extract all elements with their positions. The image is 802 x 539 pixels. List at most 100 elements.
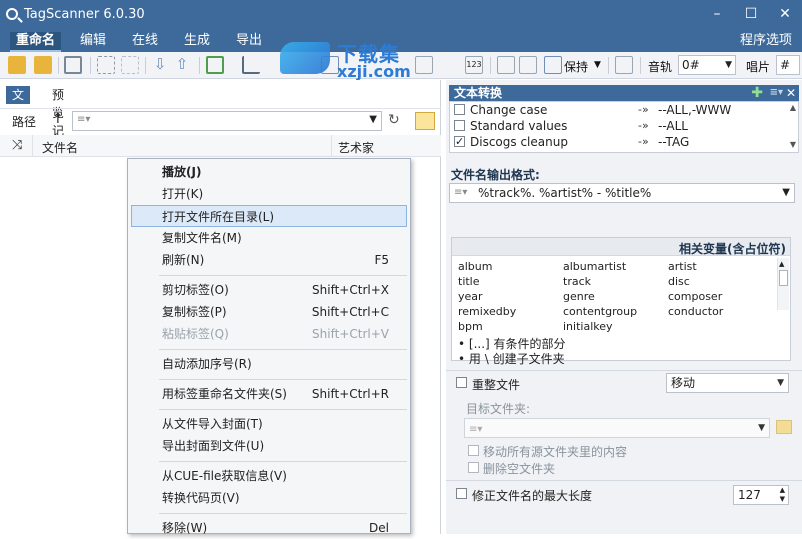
add-icon[interactable]: ✚	[751, 85, 763, 101]
file-table-header: ⤨ 文件名 艺术家	[0, 135, 441, 157]
menu-item-import-cover[interactable]: 从文件导入封面(T)	[131, 413, 407, 435]
menu-item-auto-number[interactable]: 自动添加序号(R)	[131, 353, 407, 375]
watermark-logo-icon	[280, 42, 330, 74]
watermark-url: xzji.com	[337, 62, 411, 81]
arrow-right-icon: -»	[638, 119, 649, 132]
menu-item-remove[interactable]: 移除(W) Del	[131, 517, 407, 539]
tab-preview-log[interactable]: 预览记录	[46, 86, 70, 156]
menu-item-paste-tags[interactable]: 粘贴标签(Q) Shift+Ctrl+V	[131, 323, 407, 345]
disc-input[interactable]: #	[776, 55, 800, 75]
grid-icon[interactable]	[97, 56, 115, 74]
select-icon[interactable]	[206, 56, 224, 74]
var-composer[interactable]: composer	[668, 290, 722, 303]
menu-item-cue-info[interactable]: 从CUE-file获取信息(V)	[131, 465, 407, 487]
keep-button[interactable]: 保持	[564, 58, 588, 75]
delete-empty-checkbox[interactable]	[468, 462, 479, 473]
checkbox[interactable]	[454, 120, 465, 131]
stepper-icon[interactable]: ▲ ▼	[780, 486, 785, 504]
window-title: TagScanner 6.0.30	[24, 7, 145, 22]
watermark: 下载集 xzji.com	[280, 38, 440, 81]
grid-alt-icon[interactable]	[121, 56, 139, 74]
up-arrow-icon[interactable]: ↑	[52, 111, 64, 127]
folder-icon[interactable]	[776, 420, 792, 434]
scroll-up-icon[interactable]: ▲	[790, 103, 796, 112]
menu-item-refresh[interactable]: 刷新(N) F5	[131, 249, 407, 271]
var-conductor[interactable]: conductor	[668, 305, 723, 318]
close-panel-icon[interactable]: ✕	[786, 85, 796, 101]
format-value[interactable]: %track%. %artist% - %title%	[478, 184, 651, 202]
menu-item-export-cover[interactable]: 导出封面到文件(U)	[131, 435, 407, 457]
var-track[interactable]: track	[563, 275, 591, 288]
menu-item-rename-folder[interactable]: 用标签重命名文件夹(S) Shift+Ctrl+R	[131, 383, 407, 405]
reorganize-checkbox[interactable]	[456, 377, 467, 388]
file-icon[interactable]	[615, 56, 633, 74]
arrow-up-icon[interactable]: ⇧	[173, 56, 191, 74]
menu-rename[interactable]: 重命名	[10, 32, 62, 52]
var-album[interactable]: album	[458, 260, 492, 273]
chevron-down-icon[interactable]: ▼	[782, 184, 790, 202]
path-input[interactable]: ≡▾ ▼	[72, 111, 382, 131]
folder-tree-icon[interactable]	[415, 112, 435, 130]
counter-icon[interactable]: 123	[465, 56, 483, 74]
menu-item-open[interactable]: 打开(K)	[131, 183, 407, 205]
list-item[interactable]: Change case -» --ALL,-WWW	[450, 102, 785, 118]
var-year[interactable]: year	[458, 290, 483, 303]
format-input[interactable]: ≡▾ %track%. %artist% - %title% ▼	[449, 183, 795, 203]
menu-item-cut-tags[interactable]: 剪切标签(O) Shift+Ctrl+X	[131, 279, 407, 301]
refresh-icon[interactable]: ↻	[388, 112, 400, 128]
import-icon[interactable]	[519, 56, 537, 74]
list-menu-icon[interactable]: ≡▾	[770, 85, 783, 101]
export-icon[interactable]	[497, 56, 515, 74]
minimize-icon[interactable]: –	[704, 4, 730, 24]
var-remixedby[interactable]: remixedby	[458, 305, 516, 318]
menu-item-open-folder[interactable]: 打开文件所在目录(L)	[131, 205, 407, 227]
title-bar: TagScanner 6.0.30 – ☐ ✕	[0, 0, 802, 30]
var-artist[interactable]: artist	[668, 260, 697, 273]
arrow-right-icon: -»	[638, 135, 649, 148]
menu-program-options[interactable]: 程序选项	[734, 32, 798, 52]
max-length-checkbox[interactable]	[456, 488, 467, 499]
undo-icon[interactable]	[64, 56, 82, 74]
delete-empty-label: 删除空文件夹	[483, 462, 556, 476]
add-folder-icon[interactable]	[34, 56, 52, 74]
tab-files[interactable]: 文件	[6, 86, 31, 120]
checkbox[interactable]	[454, 104, 465, 115]
open-folder-icon[interactable]	[8, 56, 26, 74]
checkbox-checked[interactable]	[454, 134, 465, 150]
menu-item-codepage[interactable]: 转换代码页(V)	[131, 487, 407, 509]
menu-generate[interactable]: 生成	[178, 32, 216, 52]
var-contentgroup[interactable]: contentgroup	[563, 305, 637, 318]
target-folder-input[interactable]: ≡▾ ▼	[464, 418, 770, 438]
menu-online[interactable]: 在线	[126, 32, 164, 52]
menu-edit[interactable]: 编辑	[74, 32, 112, 52]
var-genre[interactable]: genre	[563, 290, 595, 303]
sort-icon[interactable]	[242, 56, 260, 74]
keep-dropdown-icon[interactable]: ▼	[594, 60, 601, 70]
move-all-checkbox[interactable]	[468, 445, 479, 456]
max-length-stepper[interactable]: 127 ▲ ▼	[733, 485, 789, 505]
scroll-down-icon[interactable]: ▼	[790, 140, 796, 149]
calendar-icon[interactable]	[544, 56, 562, 74]
menu-item-play[interactable]: 播放(J)	[131, 161, 407, 183]
chevron-down-icon[interactable]: ▼	[369, 114, 377, 125]
arrow-down-icon[interactable]: ⇩	[151, 56, 169, 74]
var-bpm[interactable]: bpm	[458, 320, 483, 333]
list-item[interactable]: Standard values -» --ALL	[450, 118, 785, 134]
scrollbar[interactable]: ▲	[777, 258, 789, 310]
reorganize-mode-select[interactable]: 移动 ▼	[666, 373, 789, 393]
var-initialkey[interactable]: initialkey	[563, 320, 613, 333]
maximize-icon[interactable]: ☐	[738, 4, 764, 24]
track-select[interactable]: 0# ▼	[678, 55, 736, 75]
list-item[interactable]: Discogs cleanup -» --TAG	[450, 134, 785, 150]
column-artist[interactable]: 艺术家	[338, 139, 374, 156]
var-albumartist[interactable]: albumartist	[563, 260, 626, 273]
menu-export[interactable]: 导出	[230, 32, 268, 52]
column-filename[interactable]: 文件名	[42, 139, 78, 156]
var-disc[interactable]: disc	[668, 275, 690, 288]
var-title[interactable]: title	[458, 275, 480, 288]
shuffle-icon[interactable]: ⤨	[12, 138, 22, 153]
menu-item-copy-filename[interactable]: 复制文件名(M)	[131, 227, 407, 249]
menu-item-copy-tags[interactable]: 复制标签(P) Shift+Ctrl+C	[131, 301, 407, 323]
track-label: 音轨	[648, 60, 673, 74]
close-icon[interactable]: ✕	[772, 4, 798, 24]
